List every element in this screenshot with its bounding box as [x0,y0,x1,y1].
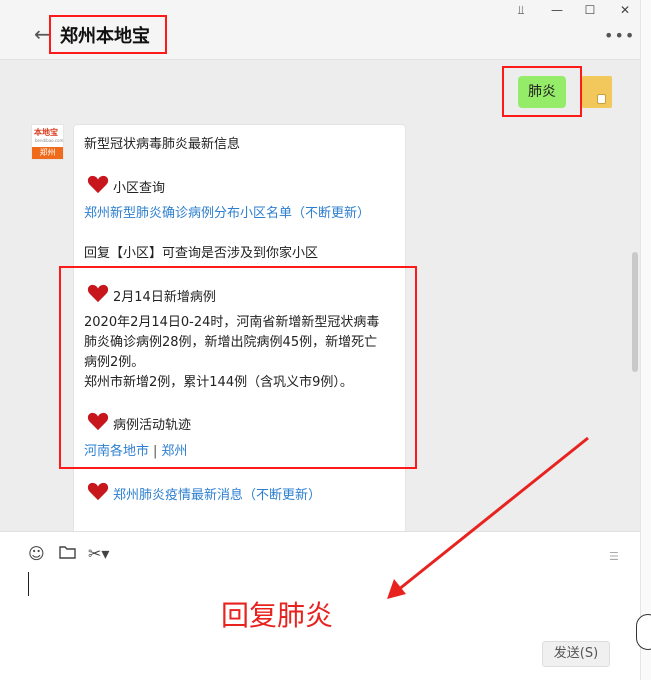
emoji-icon[interactable]: ☺ [28,544,45,563]
chat-scrollbar[interactable] [632,252,638,372]
reply-hint-text: 回复【小区】可查询是否涉及到你家小区 [84,246,319,261]
pin-icon[interactable]: ⫫ [512,3,530,18]
window-right-edge [640,0,651,680]
community-list-link[interactable]: 郑州新型肺炎确诊病例分布小区名单（不断更新） [84,202,370,221]
close-icon[interactable]: ✕ [616,3,634,17]
avatar-sub: bendibao.com [35,138,64,143]
my-message-highlight-box [502,66,582,117]
my-avatar[interactable] [582,76,612,108]
avatar-brand: 本地宝 [34,128,58,137]
maximize-icon[interactable]: ☐ [581,3,599,17]
heart-icon [87,482,109,501]
official-account-avatar[interactable]: 本地宝 bendibao.com 郑州 [31,124,64,160]
chat-history-icon[interactable]: ☰ [609,550,619,563]
heart-icon [87,175,109,194]
back-arrow-icon[interactable]: ← [34,24,51,44]
floating-side-button[interactable] [636,614,651,650]
text-cursor [28,572,29,596]
folder-icon[interactable] [59,544,76,563]
title-highlight-box [49,15,167,54]
annotation-text: 回复肺炎 [221,599,334,632]
minimize-icon[interactable]: — [548,3,566,17]
reply-heading: 新型冠状病毒肺炎最新信息 [84,137,241,152]
new-cases-highlight-box [59,266,417,469]
more-dots-icon[interactable]: ••• [604,26,635,45]
avatar-city: 郑州 [32,147,63,159]
epidemic-news-link[interactable]: 郑州肺炎疫情最新消息（不断更新） [113,484,321,503]
section-community-title: 小区查询 [113,181,166,196]
send-button[interactable]: 发送(S) [542,641,610,667]
scissors-icon[interactable]: ✂▾ [88,544,109,563]
